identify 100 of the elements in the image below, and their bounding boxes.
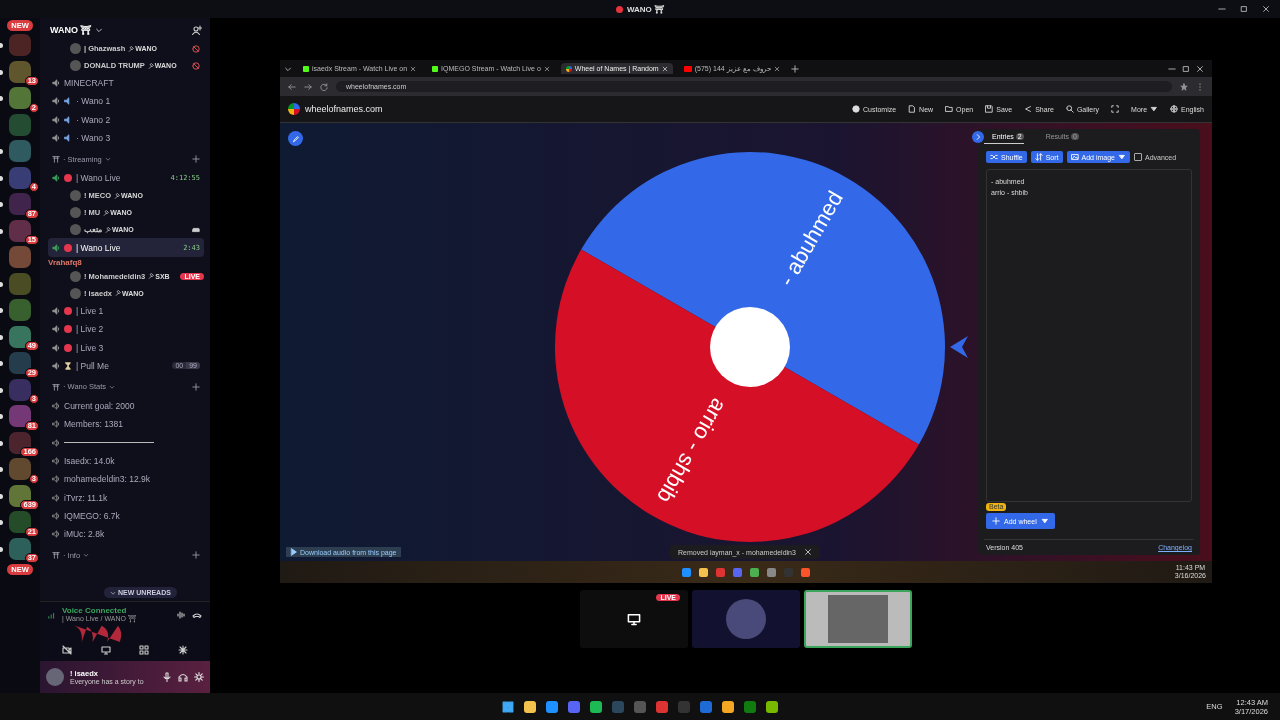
save-icon	[985, 105, 994, 113]
activities-icon[interactable]	[139, 645, 150, 655]
voice-channel-icon	[52, 438, 60, 447]
hammer-icon	[147, 62, 154, 69]
maximize-icon[interactable]	[1240, 5, 1248, 13]
hammer-icon	[128, 45, 135, 52]
palette-icon	[852, 105, 860, 113]
site-icon	[303, 65, 309, 72]
chevron-icon[interactable]	[109, 383, 116, 390]
close-icon[interactable]	[1262, 5, 1270, 13]
channel-item[interactable]: MINECRAFT	[48, 74, 204, 93]
channel-item[interactable]: | Live 3	[48, 338, 204, 357]
wheel-segment[interactable]	[581, 152, 945, 445]
channel-item[interactable]: iTvrz: 11.1k	[48, 488, 204, 507]
headphones-icon[interactable]	[178, 672, 188, 682]
edit-button[interactable]	[288, 131, 303, 146]
close-icon[interactable]	[803, 548, 812, 556]
image-icon	[1070, 153, 1079, 161]
site-icon	[432, 65, 439, 72]
start-icon[interactable]	[502, 700, 514, 713]
participant-tile[interactable]	[804, 590, 912, 648]
app-icon[interactable]	[722, 700, 734, 713]
minimize-icon[interactable]	[1218, 5, 1226, 13]
app-icon[interactable]	[590, 700, 602, 713]
close-icon[interactable]	[410, 65, 417, 72]
chevron-down-icon[interactable]	[94, 26, 103, 34]
live-dot-icon	[64, 174, 72, 183]
shuffle-icon	[990, 153, 998, 161]
channel-item[interactable]: Isaedx: 14.0k	[48, 451, 204, 471]
channel-item[interactable]: mohamedeldin3: 12.9k	[48, 470, 204, 489]
hourglass-icon	[64, 361, 72, 370]
close-icon[interactable]	[543, 65, 550, 72]
avatar-placeholder	[70, 224, 81, 236]
chevron-right-icon	[974, 133, 982, 141]
window-title: WANO ⛩	[626, 4, 665, 14]
channel-item[interactable]: Members: 1381	[48, 415, 204, 434]
channel-item[interactable]: | Live 1	[48, 301, 204, 321]
add-channel-icon[interactable]	[192, 382, 200, 391]
plus-icon	[992, 517, 1000, 525]
channel-item[interactable]: | Live 2	[48, 320, 204, 339]
avatar-placeholder	[726, 599, 766, 639]
participant-tile[interactable]	[692, 590, 800, 648]
monitor-icon	[627, 612, 641, 626]
close-icon[interactable]	[773, 65, 780, 72]
voice-channel-icon	[52, 402, 60, 411]
avatar-placeholder	[70, 43, 81, 54]
live-dot-icon	[64, 306, 72, 315]
channel-item[interactable]: Current goal: 2000	[48, 396, 204, 416]
voice-channel-icon	[52, 493, 60, 502]
chevron-icon[interactable]	[83, 552, 90, 559]
wheel-logo-icon	[288, 103, 300, 115]
fullscreen-icon[interactable]	[1111, 105, 1120, 113]
wheel-center[interactable]	[710, 307, 790, 387]
avatar-placeholder	[70, 190, 81, 202]
voice-status[interactable]: Voice Connected	[62, 606, 170, 615]
category-icon	[52, 382, 60, 391]
category-icon	[52, 155, 60, 164]
user-avatar[interactable]	[46, 668, 64, 686]
microphone-icon[interactable]	[162, 672, 172, 682]
speaker-icon	[64, 134, 72, 143]
caret-icon	[1040, 517, 1049, 525]
avatar-placeholder	[70, 207, 81, 219]
soundboard-icon[interactable]	[177, 645, 188, 655]
server-name[interactable]: WANO ⛩	[50, 25, 92, 35]
close-icon[interactable]	[1196, 64, 1204, 73]
collapse-button[interactable]	[972, 131, 984, 143]
hammer-icon	[105, 227, 111, 233]
noise-suppression-icon[interactable]	[176, 609, 186, 620]
chevron-icon[interactable]	[104, 156, 111, 163]
add-channel-icon[interactable]	[192, 551, 200, 560]
app-icon[interactable]	[546, 700, 558, 713]
channel-item[interactable]: · Wano 1	[48, 92, 204, 111]
new-tab-icon[interactable]	[790, 64, 799, 73]
add-channel-icon[interactable]	[192, 155, 200, 164]
hammer-icon	[148, 273, 155, 280]
reload-icon[interactable]	[320, 82, 328, 91]
add-member-icon[interactable]	[192, 25, 202, 35]
app-icon[interactable]	[766, 700, 778, 713]
wheel-icon	[565, 65, 572, 72]
search-icon	[1065, 105, 1074, 113]
screen-share-icon[interactable]	[100, 645, 111, 655]
voice-channel-icon	[52, 420, 60, 429]
forward-icon[interactable]	[304, 82, 312, 91]
channel-item[interactable]: · Wano 3	[48, 128, 204, 148]
voice-channel-icon	[52, 530, 60, 539]
chevron-down-icon	[110, 589, 116, 596]
settings-icon[interactable]	[194, 672, 204, 682]
app-icon[interactable]	[524, 700, 536, 713]
voice-channel-icon	[52, 457, 60, 465]
channel-item[interactable]: iMUc: 2.8k	[48, 525, 204, 544]
signal-icon	[48, 610, 56, 619]
voice-channel-icon	[52, 511, 60, 520]
channel-item[interactable]: · Wano 2	[48, 110, 204, 129]
channel-item[interactable]: IQMEGO: 6.7k	[48, 506, 204, 526]
camera-off-icon[interactable]	[62, 645, 73, 655]
muted-icon	[192, 61, 200, 70]
maximize-icon[interactable]	[1182, 64, 1190, 73]
site-name[interactable]: wheelofnames.com	[305, 104, 383, 114]
back-icon[interactable]	[288, 82, 296, 91]
bookmark-icon[interactable]	[1180, 82, 1188, 91]
